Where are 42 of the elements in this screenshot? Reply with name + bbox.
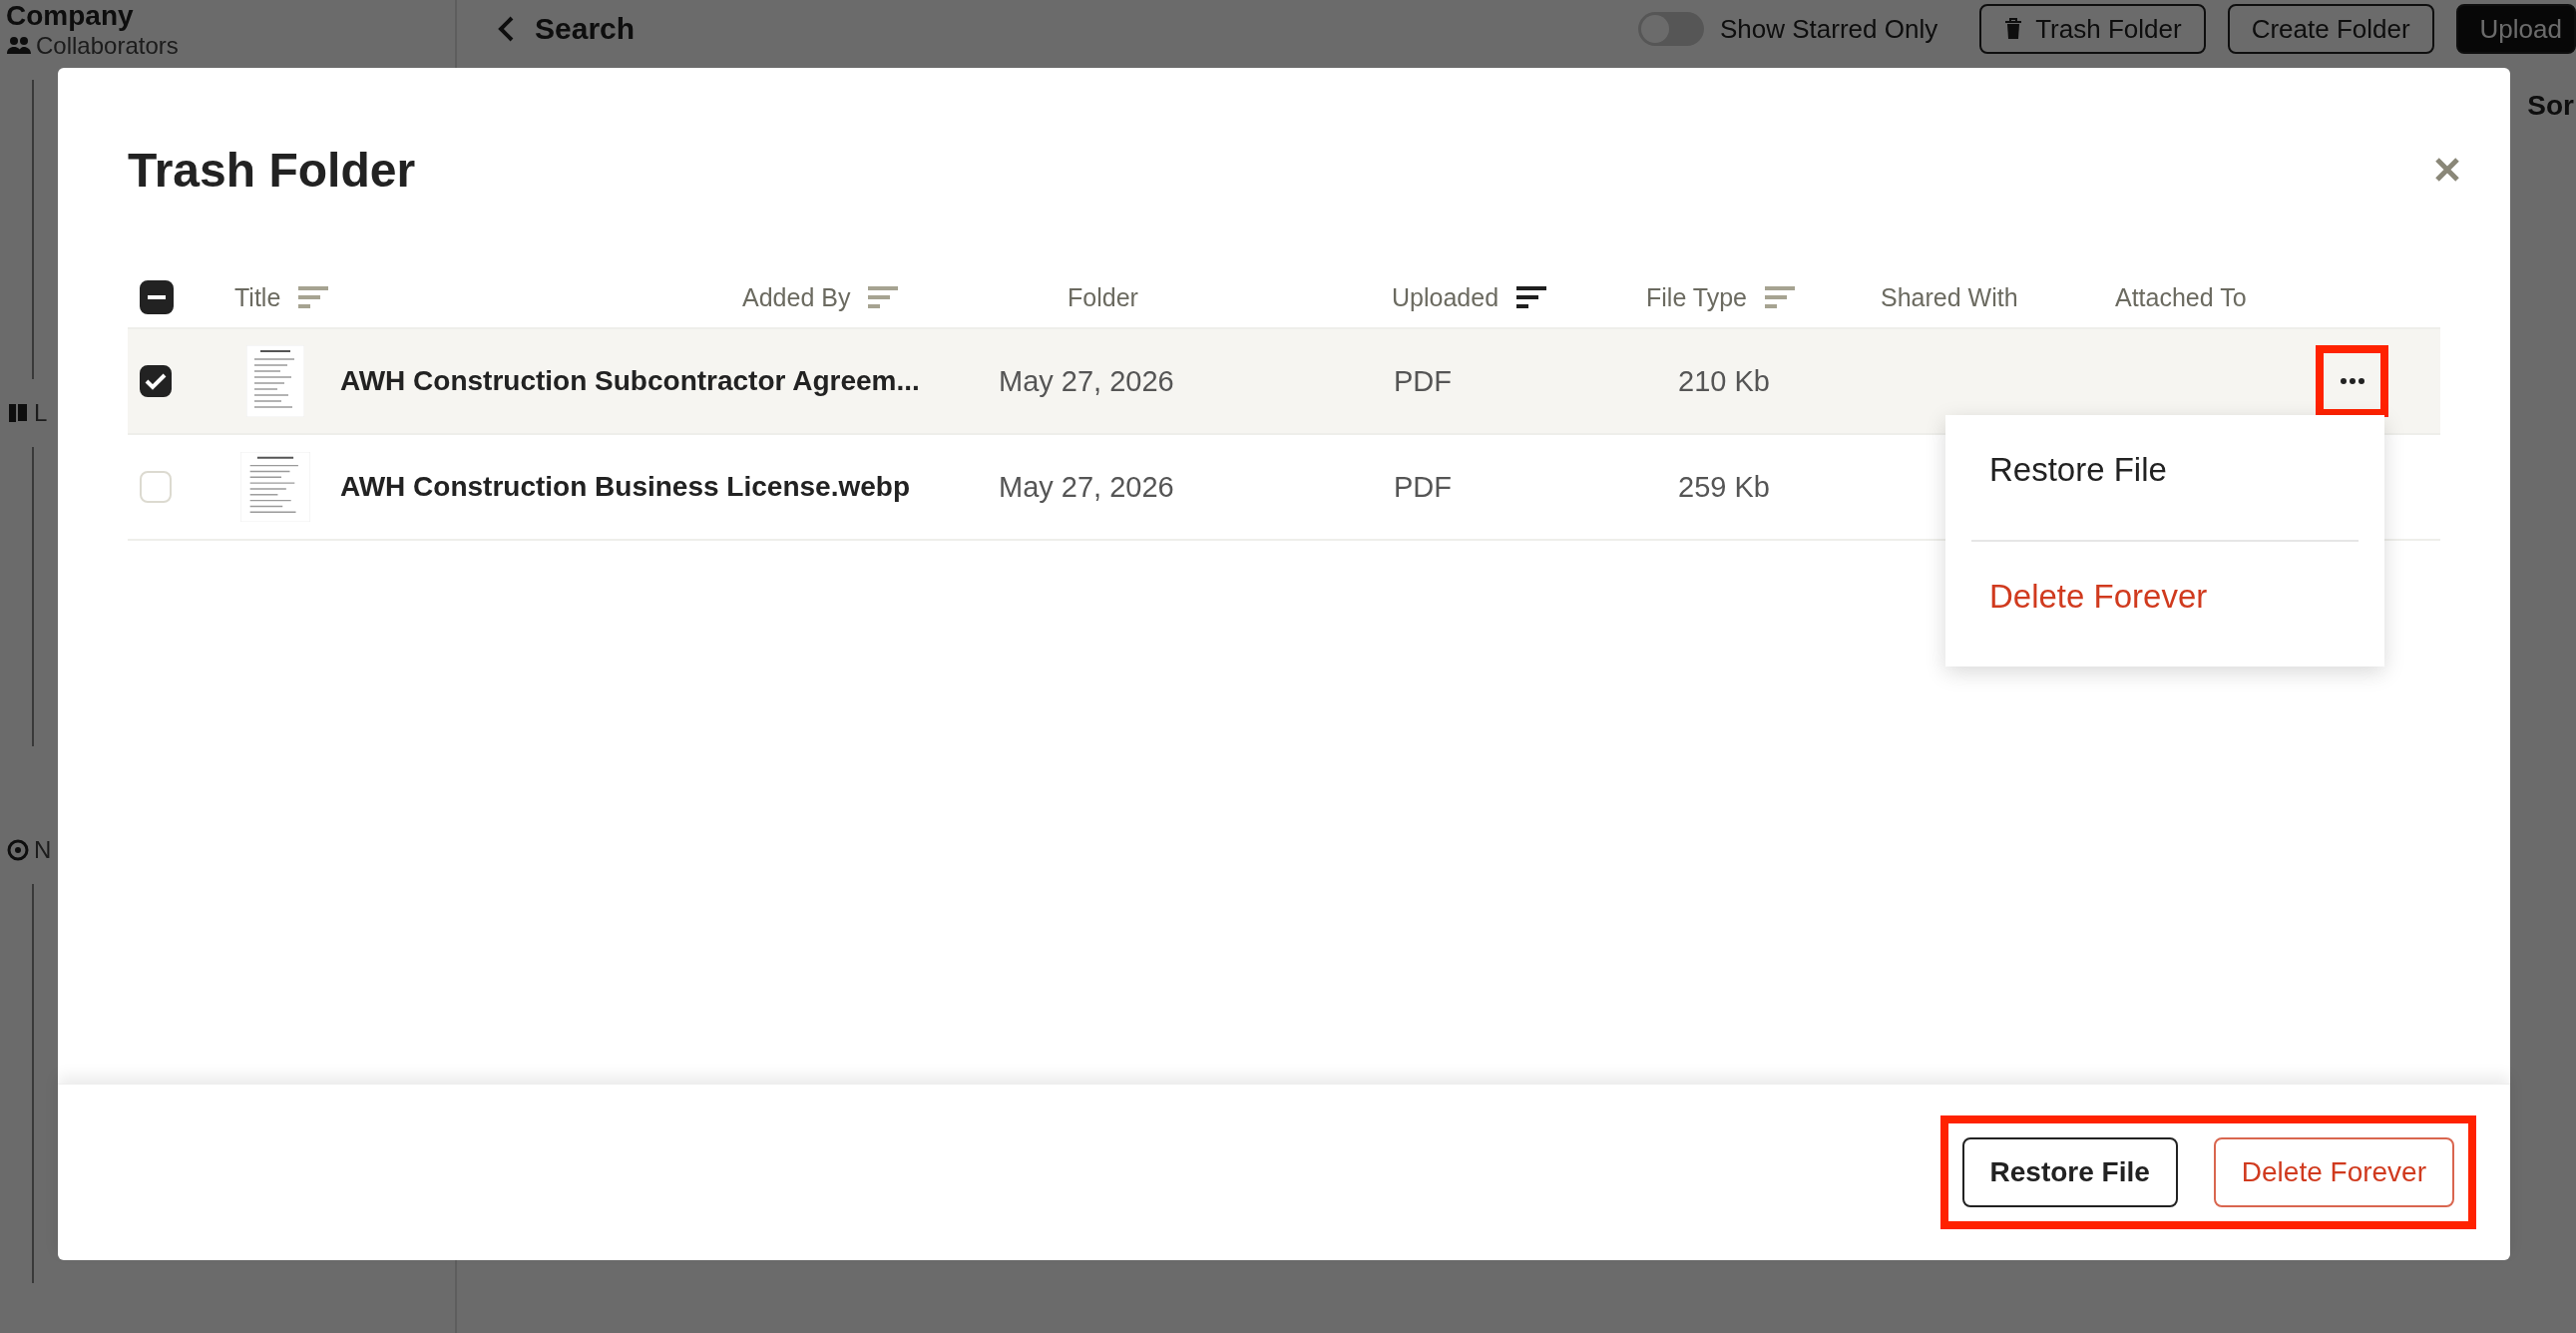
footer-button[interactable]: Restore File bbox=[1961, 1137, 2178, 1207]
table-cell: 259 Kb bbox=[1678, 470, 1770, 503]
people-icon bbox=[6, 36, 32, 56]
check-icon bbox=[145, 372, 167, 390]
back-link[interactable]: Search bbox=[535, 12, 636, 46]
document-thumbnail bbox=[239, 452, 310, 522]
minus-icon bbox=[148, 295, 166, 299]
close-icon[interactable] bbox=[2434, 157, 2460, 183]
column-header: Shared With bbox=[1881, 282, 2018, 312]
footer-button[interactable]: Delete Forever bbox=[2213, 1137, 2454, 1207]
checkbox[interactable] bbox=[140, 365, 172, 397]
table-cell: May 27, 2026 bbox=[999, 470, 1174, 503]
column-header[interactable]: Added By bbox=[742, 282, 851, 312]
menu-item[interactable]: Delete Forever bbox=[1971, 542, 2359, 666]
sort-label[interactable]: Sor bbox=[2527, 90, 2574, 122]
select-all-checkbox[interactable] bbox=[140, 280, 174, 314]
column-header[interactable]: Uploaded bbox=[1392, 282, 1500, 312]
sidebar-heading: Company bbox=[6, 0, 134, 32]
document-thumbnail bbox=[245, 345, 304, 417]
toolbar-button[interactable]: Create Folder bbox=[2227, 4, 2434, 54]
table-cell: 210 Kb bbox=[1678, 364, 1770, 397]
sidebar-item[interactable]: L bbox=[34, 399, 48, 427]
toolbar-button[interactable]: Trash Folder bbox=[1979, 4, 2206, 54]
file-title[interactable]: AWH Construction Business License.webp bbox=[340, 471, 910, 502]
column-header[interactable]: Title bbox=[234, 282, 281, 312]
column-header: Folder bbox=[1068, 282, 1138, 312]
sidebar-item[interactable]: N bbox=[34, 836, 52, 864]
sidebar-item[interactable]: Collaborators bbox=[36, 32, 179, 60]
file-title[interactable]: AWH Construction Subcontractor Agreem... bbox=[340, 365, 920, 396]
column-header[interactable]: File Type bbox=[1646, 282, 1747, 312]
more-icon bbox=[2340, 378, 2364, 384]
sort-icon[interactable] bbox=[1514, 284, 1549, 310]
toolbar-button[interactable]: Upload bbox=[2455, 4, 2576, 54]
back-icon[interactable] bbox=[497, 15, 515, 43]
dialog-title: Trash Folder bbox=[128, 142, 416, 198]
table-cell: PDF bbox=[1394, 364, 1452, 397]
menu-item[interactable]: Restore File bbox=[1971, 415, 2359, 540]
trash-icon bbox=[2003, 18, 2024, 40]
table-cell: PDF bbox=[1394, 470, 1452, 503]
column-header: Attached To bbox=[2115, 282, 2247, 312]
table-cell: May 27, 2026 bbox=[999, 364, 1174, 397]
toggle-label: Show Starred Only bbox=[1720, 13, 1938, 45]
